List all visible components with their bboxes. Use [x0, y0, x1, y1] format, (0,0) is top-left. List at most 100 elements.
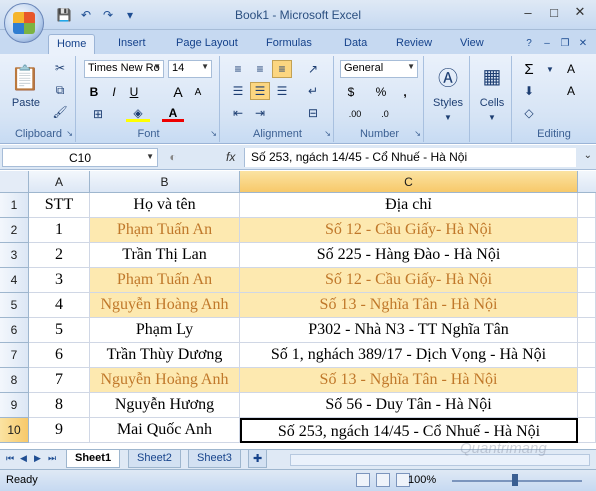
align-bottom-icon[interactable]: ≡: [272, 60, 292, 78]
row-header[interactable]: 5: [0, 293, 29, 318]
clipboard-launcher-icon[interactable]: ↘: [66, 129, 73, 138]
next-sheet-icon[interactable]: ▶: [34, 453, 41, 464]
align-left-icon[interactable]: ☰: [228, 82, 248, 100]
row-header[interactable]: 2: [0, 218, 29, 243]
cell-d2[interactable]: [578, 218, 596, 243]
align-center-icon[interactable]: ☰: [250, 82, 270, 100]
cell-c8[interactable]: Số 13 - Nghĩa Tân - Hà Nội: [240, 368, 578, 393]
cell-d9[interactable]: [578, 393, 596, 418]
cell-a1[interactable]: STT: [29, 193, 90, 218]
select-all-button[interactable]: [0, 171, 29, 193]
tab-review[interactable]: Review: [388, 34, 440, 54]
name-box[interactable]: C10 ▼: [2, 148, 158, 167]
align-right-icon[interactable]: ☰: [272, 82, 292, 100]
normal-view-icon[interactable]: [356, 473, 370, 487]
minimize-button[interactable]: –: [516, 3, 540, 21]
first-sheet-icon[interactable]: ⏮: [6, 453, 14, 464]
cell-a2[interactable]: 1: [29, 218, 90, 243]
grow-font-button[interactable]: A: [170, 84, 186, 100]
cut-icon[interactable]: ✂: [52, 60, 68, 76]
tab-view[interactable]: View: [452, 34, 492, 54]
italic-button[interactable]: I: [106, 84, 122, 100]
cell-b6[interactable]: Phạm Ly: [90, 318, 240, 343]
cell-b8[interactable]: Nguyễn Hoàng Anh: [90, 368, 240, 393]
zoom-slider-thumb[interactable]: [512, 474, 518, 486]
cell-c4[interactable]: Số 12 - Cầu Giấy- Hà Nội: [240, 268, 578, 293]
column-header-c[interactable]: C: [240, 171, 578, 193]
cell-c7[interactable]: Số 1, nghách 389/17 - Dịch Vọng - Hà Nội: [240, 343, 578, 368]
prev-sheet-icon[interactable]: ◀: [20, 453, 27, 464]
cell-c1[interactable]: Địa chỉ: [240, 193, 578, 218]
cell-c6[interactable]: P302 - Nhà N3 - TT Nghĩa Tân: [240, 318, 578, 343]
column-header-d[interactable]: [578, 171, 596, 193]
cell-d1[interactable]: [578, 193, 596, 218]
cell-b2[interactable]: Phạm Tuấn An: [90, 218, 240, 243]
cells-icon[interactable]: ▦: [478, 62, 506, 90]
wrap-text-icon[interactable]: ↵: [302, 82, 324, 100]
copy-icon[interactable]: ⧉: [52, 82, 68, 98]
font-color-icon[interactable]: A: [162, 106, 184, 122]
zoom-level[interactable]: 100%: [408, 474, 436, 486]
row-header[interactable]: 7: [0, 343, 29, 368]
cell-c9[interactable]: Số 56 - Duy Tân - Hà Nội: [240, 393, 578, 418]
bold-button[interactable]: B: [86, 84, 102, 100]
cells-button[interactable]: Cells: [472, 96, 512, 110]
cell-a8[interactable]: 7: [29, 368, 90, 393]
cell-d4[interactable]: [578, 268, 596, 293]
cell-a5[interactable]: 4: [29, 293, 90, 318]
cell-b5[interactable]: Nguyễn Hoàng Anh: [90, 293, 240, 318]
merge-center-icon[interactable]: ⊟: [302, 104, 324, 122]
orientation-icon[interactable]: ↗: [302, 60, 324, 78]
minimize-ribbon-icon[interactable]: –: [540, 36, 554, 50]
cell-b4[interactable]: Phạm Tuấn An: [90, 268, 240, 293]
page-layout-view-icon[interactable]: [376, 473, 390, 487]
cell-b3[interactable]: Trần Thị Lan: [90, 243, 240, 268]
cell-b10[interactable]: Mai Quốc Anh: [90, 418, 240, 443]
help-icon[interactable]: ?: [522, 36, 536, 50]
cell-a9[interactable]: 8: [29, 393, 90, 418]
cell-c2[interactable]: Số 12 - Cầu Giấy- Hà Nội: [240, 218, 578, 243]
insert-function-button[interactable]: fx: [226, 150, 235, 164]
row-header[interactable]: 3: [0, 243, 29, 268]
sheet-tab-sheet3[interactable]: Sheet3: [188, 450, 241, 468]
find-select-button[interactable]: A: [562, 82, 580, 100]
restore-button[interactable]: □: [542, 3, 566, 21]
cell-d8[interactable]: [578, 368, 596, 393]
cell-a6[interactable]: 5: [29, 318, 90, 343]
font-name-select[interactable]: Times New Ro ▼: [84, 60, 164, 78]
increase-decimal-button[interactable]: .00: [342, 106, 368, 122]
fill-color-icon[interactable]: ◈: [126, 106, 150, 122]
shrink-font-button[interactable]: A: [190, 84, 206, 100]
row-header[interactable]: 6: [0, 318, 29, 343]
tab-insert[interactable]: Insert: [110, 34, 154, 54]
row-header[interactable]: 9: [0, 393, 29, 418]
close-workbook-icon[interactable]: ✕: [576, 36, 590, 50]
tab-data[interactable]: Data: [336, 34, 375, 54]
font-size-select[interactable]: 14 ▼: [168, 60, 212, 78]
sheet-tab-sheet2[interactable]: Sheet2: [128, 450, 181, 468]
formula-input[interactable]: Số 253, ngách 14/45 - Cổ Nhuế - Hà Nội: [244, 148, 576, 167]
row-header[interactable]: 8: [0, 368, 29, 393]
cell-d7[interactable]: [578, 343, 596, 368]
cell-b7[interactable]: Trần Thùy Dương: [90, 343, 240, 368]
increase-indent-icon[interactable]: ⇥: [250, 104, 270, 122]
autosum-button[interactable]: Σ: [520, 60, 538, 78]
row-header[interactable]: 10: [0, 418, 29, 443]
cell-a10[interactable]: 9: [29, 418, 90, 443]
formula-collapse-icon[interactable]: ◐: [166, 150, 180, 164]
tab-home[interactable]: Home: [48, 34, 96, 54]
cell-d3[interactable]: [578, 243, 596, 268]
cell-d6[interactable]: [578, 318, 596, 343]
cell-a4[interactable]: 3: [29, 268, 90, 293]
tab-page-layout[interactable]: Page Layout: [168, 34, 246, 54]
row-header[interactable]: 4: [0, 268, 29, 293]
sort-filter-button[interactable]: A: [562, 60, 580, 78]
column-header-b[interactable]: B: [90, 171, 240, 193]
number-launcher-icon[interactable]: ↘: [414, 129, 421, 138]
number-format-select[interactable]: General ▼: [340, 60, 418, 78]
styles-button[interactable]: Styles: [426, 96, 470, 110]
comma-button[interactable]: ,: [396, 84, 414, 100]
underline-button[interactable]: U: [126, 84, 142, 100]
align-top-icon[interactable]: ≡: [228, 60, 248, 78]
cell-c3[interactable]: Số 225 - Hàng Đào - Hà Nội: [240, 243, 578, 268]
